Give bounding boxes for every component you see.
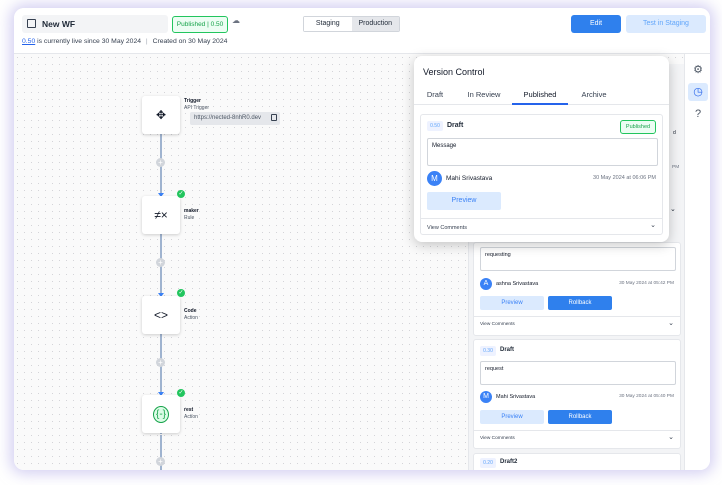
published-version-badge: Published | 0.50 [172, 16, 228, 33]
add-step-button[interactable]: + [156, 457, 165, 466]
trigger-url-chip[interactable]: https://nected-8nhR0.dev [190, 112, 280, 125]
node-subtitle: Action [184, 414, 198, 420]
success-check-icon: ✓ [177, 289, 185, 297]
help-icon[interactable]: ? [688, 105, 708, 123]
add-step-button[interactable]: + [156, 158, 165, 167]
success-check-icon: ✓ [177, 190, 185, 198]
node-subtitle: Action [184, 315, 198, 321]
code-icon: <> [153, 308, 168, 322]
code-node-label: Code Action [184, 308, 198, 322]
avatar: M [480, 391, 492, 403]
rest-braces-icon: {-} [152, 405, 169, 423]
published-badge: Published [620, 120, 656, 134]
right-icon-bar: ⚙ ◷ ? [684, 54, 710, 470]
author-name: ashna Srivastava [496, 281, 539, 287]
info-separator: | [145, 38, 148, 45]
tab-staging[interactable]: Staging [304, 17, 352, 31]
text-fragment: d [673, 130, 676, 136]
node-title: rest [184, 407, 194, 413]
maker-rule-node[interactable]: ≠× [142, 196, 180, 234]
tab-in-review[interactable]: In Review [464, 90, 504, 105]
preview-button[interactable]: Preview [480, 410, 544, 424]
version-tabs: Draft In Review Published Archive [414, 90, 669, 105]
preview-button[interactable]: Preview [480, 296, 544, 310]
trigger-node[interactable]: ✥ [142, 96, 180, 134]
view-comments-label: View Comments [480, 436, 515, 441]
node-title: Code [184, 308, 197, 314]
version-status: Draft [500, 347, 515, 353]
version-tag: 0.20 [480, 458, 496, 468]
version-date: 30 May 2024 at 05:40 PM [619, 394, 674, 399]
version-status: Draft [447, 122, 464, 129]
workflow-name-field[interactable]: New WF [22, 15, 168, 33]
add-step-button[interactable]: + [156, 358, 165, 367]
code-action-node[interactable]: <> [142, 296, 180, 334]
chevron-down-icon[interactable]: ⌄ [670, 205, 676, 213]
edit-button[interactable]: Edit [571, 15, 621, 33]
tab-draft[interactable]: Draft [424, 90, 446, 105]
version-status: Draft2 [500, 459, 518, 465]
workflow-name: New WF [42, 19, 76, 29]
rule-icon: ≠× [154, 208, 168, 222]
chevron-down-icon: ⌄ [668, 320, 674, 327]
preview-button[interactable]: Preview [427, 192, 501, 210]
version-tag: 0.30 [480, 346, 496, 356]
version-message: request [480, 361, 676, 385]
version-history-icon[interactable]: ◷ [688, 83, 708, 101]
tab-published[interactable]: Published [512, 90, 568, 105]
view-comments-label: View Comments [480, 322, 515, 327]
version-date: 30 May 2024 at 06:06 PM [593, 175, 656, 181]
avatar: A [480, 278, 492, 290]
view-comments-label: View Comments [427, 225, 467, 231]
live-version-link[interactable]: 0.50 [22, 38, 35, 45]
environment-toggle[interactable]: Staging Production [303, 16, 400, 32]
published-version-card: 0.50 Draft Published Message M Mahi Sriv… [420, 114, 663, 235]
avatar: M [427, 171, 442, 186]
rest-node-label: rest Action [184, 407, 198, 421]
move-arrows-icon: ✥ [155, 108, 167, 122]
author-name: Mahi Srivastava [496, 394, 536, 400]
node-title: Trigger [184, 98, 201, 104]
version-message: Message [427, 138, 658, 166]
version-card: 0.20 Draft2 [473, 453, 681, 470]
tab-production[interactable]: Production [351, 17, 399, 31]
settings-icon[interactable]: ⚙ [688, 61, 708, 79]
view-comments-toggle[interactable]: View Comments ⌄ [474, 430, 680, 444]
live-info: 0.50 is currently live since 30 May 2024… [22, 38, 227, 45]
cloud-sync-icon: ☁ [232, 16, 240, 25]
copy-icon[interactable] [271, 114, 277, 121]
created-on-text: Created on 30 May 2024 [152, 38, 228, 45]
trigger-url: https://nected-8nhR0.dev [194, 115, 262, 121]
date-fragment: PM [672, 165, 680, 170]
chevron-down-icon: ⌄ [668, 434, 674, 441]
version-card: requesting A ashna Srivastava 30 May 202… [473, 242, 681, 336]
chevron-down-icon: ⌄ [650, 222, 656, 229]
version-control-popup: Version Control Draft In Review Publishe… [414, 56, 669, 242]
app-window: New WF Published | 0.50 ☁ Staging Produc… [14, 8, 710, 470]
live-since-text: is currently live since 30 May 2024 [37, 38, 142, 45]
maker-node-label: maker Rule [184, 208, 199, 222]
edit-pencil-icon [27, 19, 36, 28]
version-card: 0.30 Draft request M Mahi Srivastava 30 … [473, 339, 681, 449]
version-date: 30 May 2024 at 05:42 PM [619, 281, 674, 286]
view-comments-toggle[interactable]: View Comments ⌄ [474, 316, 680, 330]
view-comments-toggle[interactable]: View Comments ⌄ [421, 218, 662, 235]
popup-title: Version Control [423, 67, 485, 77]
node-subtitle: API Trigger [184, 105, 210, 111]
node-subtitle: Rule [184, 215, 195, 221]
version-message: requesting [480, 247, 676, 271]
header: New WF Published | 0.50 ☁ Staging Produc… [14, 8, 710, 54]
author-name: Mahi Srivastava [446, 175, 493, 182]
test-in-staging-button[interactable]: Test in Staging [626, 15, 706, 33]
version-tag: 0.50 [427, 121, 443, 131]
rollback-button[interactable]: Rollback [548, 410, 612, 424]
rest-action-node[interactable]: {-} [142, 395, 180, 433]
node-title: maker [184, 208, 199, 214]
trigger-node-label: Trigger API Trigger [184, 98, 209, 112]
tab-archive[interactable]: Archive [576, 90, 612, 105]
rollback-button[interactable]: Rollback [548, 296, 612, 310]
add-step-button[interactable]: + [156, 258, 165, 267]
success-check-icon: ✓ [177, 389, 185, 397]
